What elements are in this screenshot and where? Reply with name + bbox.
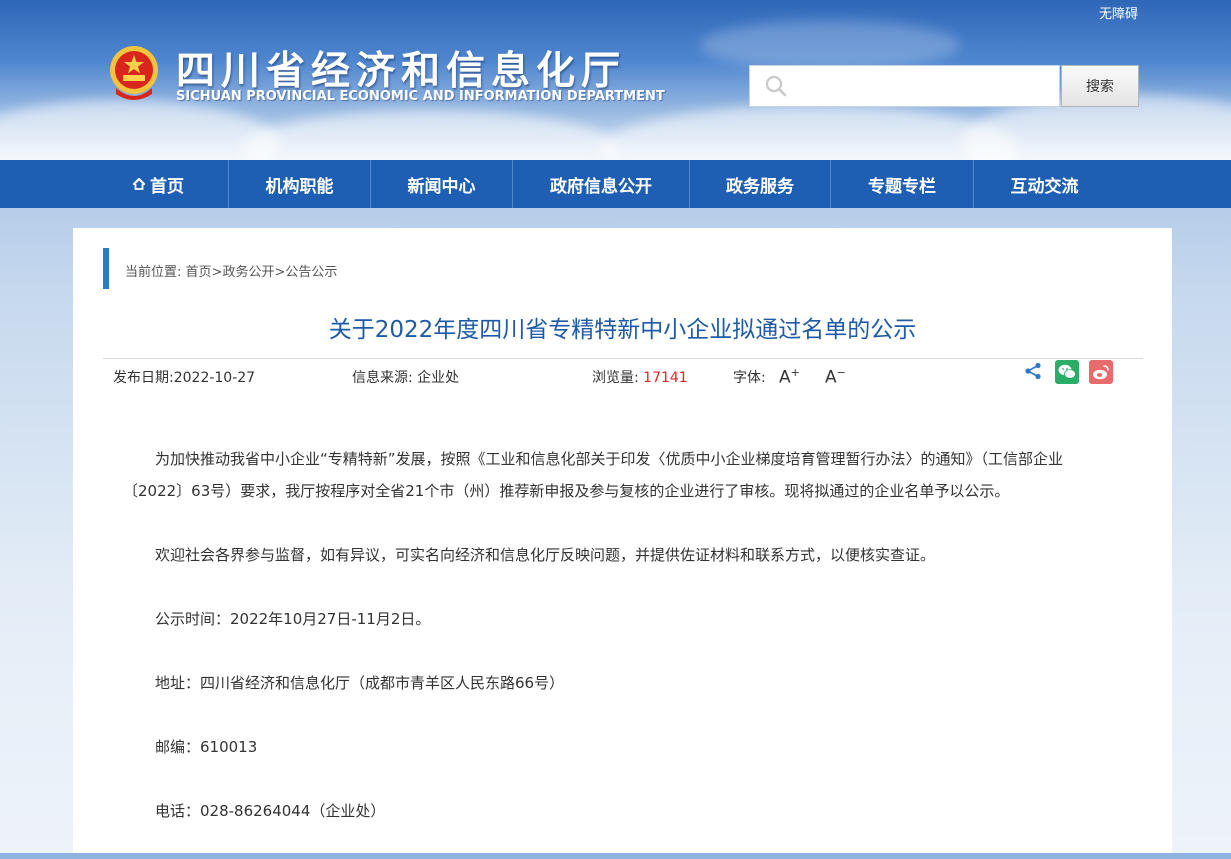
info-source: 信息来源: 企业处: [352, 367, 459, 387]
breadcrumb-separator: >: [211, 265, 223, 280]
view-count: 浏览量: 17141: [592, 367, 688, 387]
publish-date: 发布日期:2022-10-27: [113, 367, 255, 387]
nav-item-gov-info[interactable]: 政府信息公开: [513, 160, 690, 208]
font-larger-button[interactable]: A+: [779, 366, 800, 388]
main-nav: 首页 机构职能 新闻中心 政府信息公开 政务服务 专题专栏 互动交流: [0, 160, 1231, 208]
emblem-icon: [110, 46, 158, 100]
view-count-label: 浏览量:: [592, 370, 639, 386]
publish-date-value: 2022-10-27: [173, 370, 256, 386]
info-source-value: 企业处: [417, 370, 460, 386]
nav-item-services[interactable]: 政务服务: [690, 160, 831, 208]
breadcrumb-bar: [103, 248, 109, 289]
weibo-icon: [1093, 365, 1109, 380]
nav-label: 互动交流: [1010, 176, 1079, 197]
view-count-value: 17141: [643, 370, 688, 386]
search-input[interactable]: [796, 70, 1059, 102]
site-subtitle: SICHUAN PROVINCIAL ECONOMIC AND INFORMAT…: [176, 89, 665, 104]
info-source-label: 信息来源:: [352, 370, 413, 386]
wechat-share-button[interactable]: [1055, 360, 1079, 384]
search-box: [749, 65, 1060, 107]
meta-divider: [103, 358, 1143, 359]
article-panel: 当前位置: 首页>政务公开>公告公示 关于2022年度四川省专精特新中小企业拟通…: [73, 228, 1172, 853]
nav-label: 政务服务: [726, 176, 794, 197]
breadcrumb-item-gov-open[interactable]: 政务公开: [222, 265, 274, 280]
nav-label: 政府信息公开: [550, 176, 652, 197]
article-paragraph: 地址：四川省经济和信息化厅（成都市青羊区人民东路66号）: [155, 674, 565, 692]
site-title: 四川省经济和信息化厅: [176, 49, 627, 94]
font-size-label: 字体:: [733, 370, 766, 386]
share-icon[interactable]: [1024, 362, 1042, 380]
weibo-share-button[interactable]: [1089, 360, 1113, 384]
font-smaller-button[interactable]: A−: [825, 366, 846, 388]
home-icon: [132, 177, 146, 190]
nav-item-topics[interactable]: 专题专栏: [831, 160, 974, 208]
accessibility-link[interactable]: 无障碍: [1099, 3, 1138, 22]
breadcrumb-separator: >: [274, 265, 286, 280]
font-smaller-letter: A: [825, 367, 837, 388]
nav-item-interaction[interactable]: 互动交流: [974, 160, 1115, 208]
nav-item-home[interactable]: 首页: [88, 160, 229, 208]
article-title: 关于2022年度四川省专精特新中小企业拟通过名单的公示: [328, 317, 917, 343]
article-paragraph: 为加快推动我省中小企业“专精特新”发展，按照《工业和信息化部关于印发〈优质中小企…: [123, 450, 1064, 500]
nav-item-institutions[interactable]: 机构职能: [229, 160, 371, 208]
search-icon: [765, 75, 787, 97]
nav-label: 新闻中心: [407, 176, 476, 197]
article-paragraph: 欢迎社会各界参与监督，如有异议，可实名向经济和信息化厅反映问题，并提供佐证材料和…: [155, 546, 936, 564]
nav-label: 首页: [150, 176, 184, 197]
breadcrumb-item-home[interactable]: 首页: [186, 265, 212, 280]
wechat-icon: [1058, 364, 1076, 379]
breadcrumb: 当前位置: 首页>政务公开>公告公示: [125, 261, 337, 280]
breadcrumb-item-notices[interactable]: 公告公示: [285, 265, 337, 280]
article-paragraph: 电话：028-86264044（企业处）: [155, 802, 386, 820]
article-paragraph: 邮编：610013: [155, 738, 258, 756]
site-header: 无障碍 四川省经济和信息化厅 SICHUAN PROVINCIAL ECONOM…: [0, 0, 1231, 160]
breadcrumb-prefix: 当前位置:: [125, 265, 182, 280]
font-larger-letter: A: [779, 367, 791, 388]
search-button[interactable]: 搜索: [1061, 65, 1139, 107]
nav-item-news[interactable]: 新闻中心: [371, 160, 513, 208]
nav-label: 机构职能: [265, 176, 334, 197]
article-body: 为加快推动我省中小企业“专精特新”发展，按照《工业和信息化部关于印发〈优质中小企…: [123, 443, 1123, 859]
nav-label: 专题专栏: [868, 176, 936, 197]
article-paragraph: 公示时间：2022年10月27日-11月2日。: [155, 610, 431, 628]
publish-date-label: 发布日期:: [113, 370, 174, 386]
